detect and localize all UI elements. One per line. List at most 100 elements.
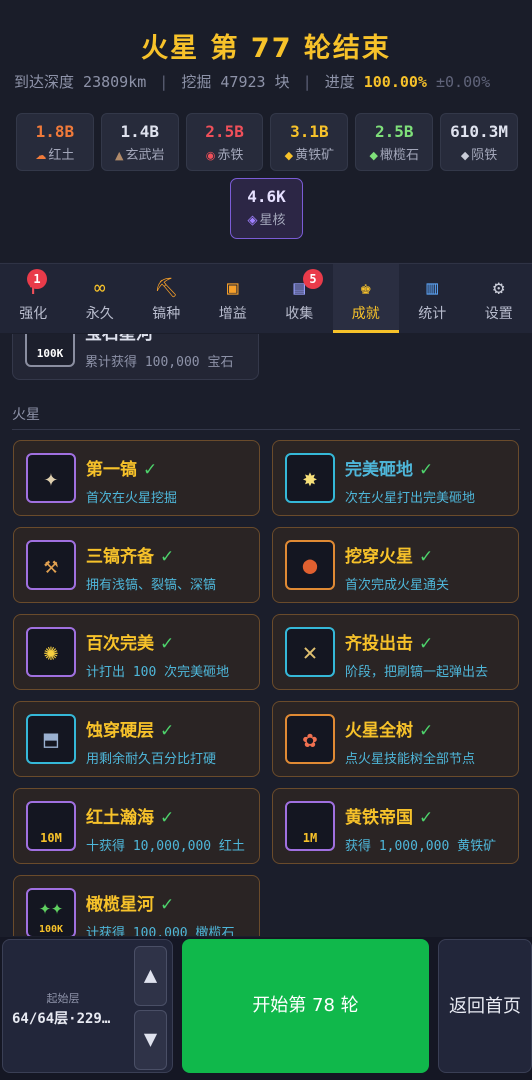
achievement-title: 齐投出击 [345,634,413,654]
tab-permanent[interactable]: ∞ 永久 [67,264,134,333]
achievement-title: 第一镐 [86,460,137,480]
achievement-title: 蚀穿硬层 [86,721,154,741]
hematite-icon: ◉ [205,149,216,162]
basalt-icon: ▲ [115,149,124,162]
resource-amount: 2.5B [374,122,414,141]
achievement-desc: 首次完成火星通关 [345,578,450,593]
achievement-card[interactable]: ● 挖穿火星 ✓ 首次完成火星通关 [272,527,519,603]
tab-upgrade[interactable]: ↑ 强化 1 [0,264,67,333]
divider: | [302,73,312,91]
achievement-card[interactable]: 1M 黄铁帝国 ✓ 获得 1,000,000 黄铁矿 [272,788,519,864]
achievement-desc: 累计获得 100,000 宝石 [85,355,234,370]
achievement-title: 宝石星河 [85,334,153,344]
sparkle-impact-icon: ✸ [285,453,335,503]
tab-pickaxes[interactable]: ⛏ 镐种 [133,264,200,333]
achievement-title: 黄铁帝国 [345,808,413,828]
progress-delta: ±0.00% [436,73,491,91]
pickaxe-icon: ⛏ [154,277,179,299]
check-icon: ✓ [160,634,175,654]
tab-label: 收集 [285,306,314,322]
achievement-card[interactable]: ✺ 百次完美 ✓ 计打出 100 次完美砸地 [13,614,260,690]
resource-red-soil: 1.8B ☁ 红土 [16,113,94,171]
burst-icon: ✺ [26,627,76,677]
achievement-card[interactable]: ✦✦ 100K 橄榄星河 ✓ 计获得 100,000 橄榄石 [13,875,260,936]
resource-list: 1.8B ☁ 红土 1.4B ▲ 玄武岩 2.5B ◉ 赤铁 3.1B ◆ 黄铁矿 2.… [16,113,518,171]
achievement-desc: 用剩余耐久百分比打硬 [86,752,217,767]
telescope-icon: ✦ [26,453,76,503]
achievement-desc: 拥有浅镐、裂镐、深镐 [86,578,217,593]
resource-name: 黄铁矿 [295,148,335,163]
achievement-desc: 十获得 10,000,000 红土 [86,839,245,854]
gear-icon: ⚙ [493,277,505,299]
start-layer-value: 64/64层·229… [12,1011,111,1027]
tab-label: 镐种 [152,306,181,322]
gem-badge-icon: 100K [25,334,75,367]
skill-tree-icon: ✿ [285,714,335,764]
bottom-action-bar: 起始层 64/64层·229… ▲ ▼ 开始第 78 轮 返回首页 [0,937,532,1080]
crossed-pickaxes-icon: ✕ [285,627,335,677]
notification-badge: 5 [303,269,323,289]
resource-amount: 3.1B [290,122,329,141]
resource-name: 红土 [48,148,75,163]
achievement-desc: 获得 1,000,000 黄铁矿 [345,839,497,854]
tab-settings[interactable]: ⚙ 设置 [466,264,532,333]
start-next-round-button[interactable]: 开始第 78 轮 [182,939,429,1073]
mars-planet-icon: ● [285,540,335,590]
achievement-card[interactable]: ✕ 齐投出击 ✓ 阶段，把刷镐一起弹出去 [272,614,519,690]
resource-amount: 2.5B [205,122,244,141]
achievement-desc: 计打出 100 次完美砸地 [86,665,230,680]
resource-basalt: 1.4B ▲ 玄武岩 [100,113,179,171]
progress-label: 进度 [324,73,355,91]
olivine-badge-icon: ✦✦ 100K [26,888,76,936]
achievement-card[interactable]: ✿ 火星全树 ✓ 点火星技能树全部节点 [272,701,519,777]
trophy-icon: ♚ [360,277,372,299]
layer-down-button[interactable]: ▼ [134,1010,167,1070]
resource-name: 橄榄石 [379,148,419,163]
achievement-card[interactable]: 10M 红土瀚海 ✓ 十获得 10,000,000 红土 [13,788,260,864]
tab-label: 成就 [351,306,380,322]
tab-stats[interactable]: ▥ 统计 [399,264,466,333]
return-home-button[interactable]: 返回首页 [438,939,532,1073]
badge-amount: 1M [302,831,318,845]
notification-badge: 1 [27,269,47,289]
resource-name: 陨铁 [471,148,498,163]
tab-achievements[interactable]: ♚ 成就 [332,264,399,333]
achievement-title: 挖穿火星 [345,547,413,567]
section-title-mars: 火星 [12,407,40,423]
achievement-desc: 点火星技能树全部节点 [345,752,476,767]
check-icon: ✓ [143,460,158,480]
resource-amount: 1.8B [35,122,75,141]
tab-label: 强化 [19,306,48,322]
check-icon: ✓ [160,547,175,567]
achievement-card[interactable]: ⬒ 蚀穿硬层 ✓ 用剩余耐久百分比打硬 [13,701,260,777]
tab-buffs[interactable]: ▣ 增益 [200,264,267,333]
achievement-card[interactable]: ✸ 完美砸地 ✓ 次在火星打出完美砸地 [272,440,519,516]
layer-up-button[interactable]: ▲ [134,946,167,1006]
tab-label: 永久 [85,306,114,322]
resource-star-core: 4.6K ◈ 星核 [230,178,303,239]
resource-meteoric-iron: 610.3M ◆ 陨铁 [440,113,518,171]
check-icon: ✓ [419,547,434,567]
achievement-card[interactable]: ✦ 第一镐 ✓ 首次在火星挖掘 [13,440,260,516]
result-header: 火星 第 77 轮结束 到达深度 23809km | 挖掘 47923 块 | … [0,0,532,262]
resource-name: 星核 [259,213,286,228]
meteorite-icon: ◆ [460,149,470,162]
achievements-scroll-area[interactable]: 100K 宝石星河 累计获得 100,000 宝石 火星 ✦ 第一镐 ✓ 首次在火… [0,334,532,936]
achievement-card[interactable]: 100K 宝石星河 累计获得 100,000 宝石 [12,334,259,380]
dig-unit: 块 [274,73,290,91]
start-layer-selector: 起始层 64/64层·229… ▲ ▼ [2,939,173,1073]
resource-pyrite: 3.1B ◆ 黄铁矿 [270,113,349,171]
achievement-title: 三镐齐备 [86,547,154,567]
depth-value: 23809km [83,73,147,91]
achievement-card[interactable]: ⚒ 三镐齐备 ✓ 拥有浅镐、裂镐、深镐 [13,527,260,603]
resource-name: 赤铁 [217,148,244,163]
tab-collection[interactable]: ▤ 收集 5 [266,264,333,333]
star-core-icon: ◈ [247,213,258,228]
start-layer-label: 起始层 [46,992,80,1005]
resource-olivine: 2.5B ◆ 橄榄石 [355,113,434,171]
resource-name: 玄武岩 [125,148,165,163]
olivine-icon: ◆ [369,149,378,162]
red-soil-badge-icon: 10M [26,801,76,851]
pyrite-icon: ◆ [284,149,294,162]
achievement-desc: 计获得 100,000 橄榄石 [86,926,235,936]
